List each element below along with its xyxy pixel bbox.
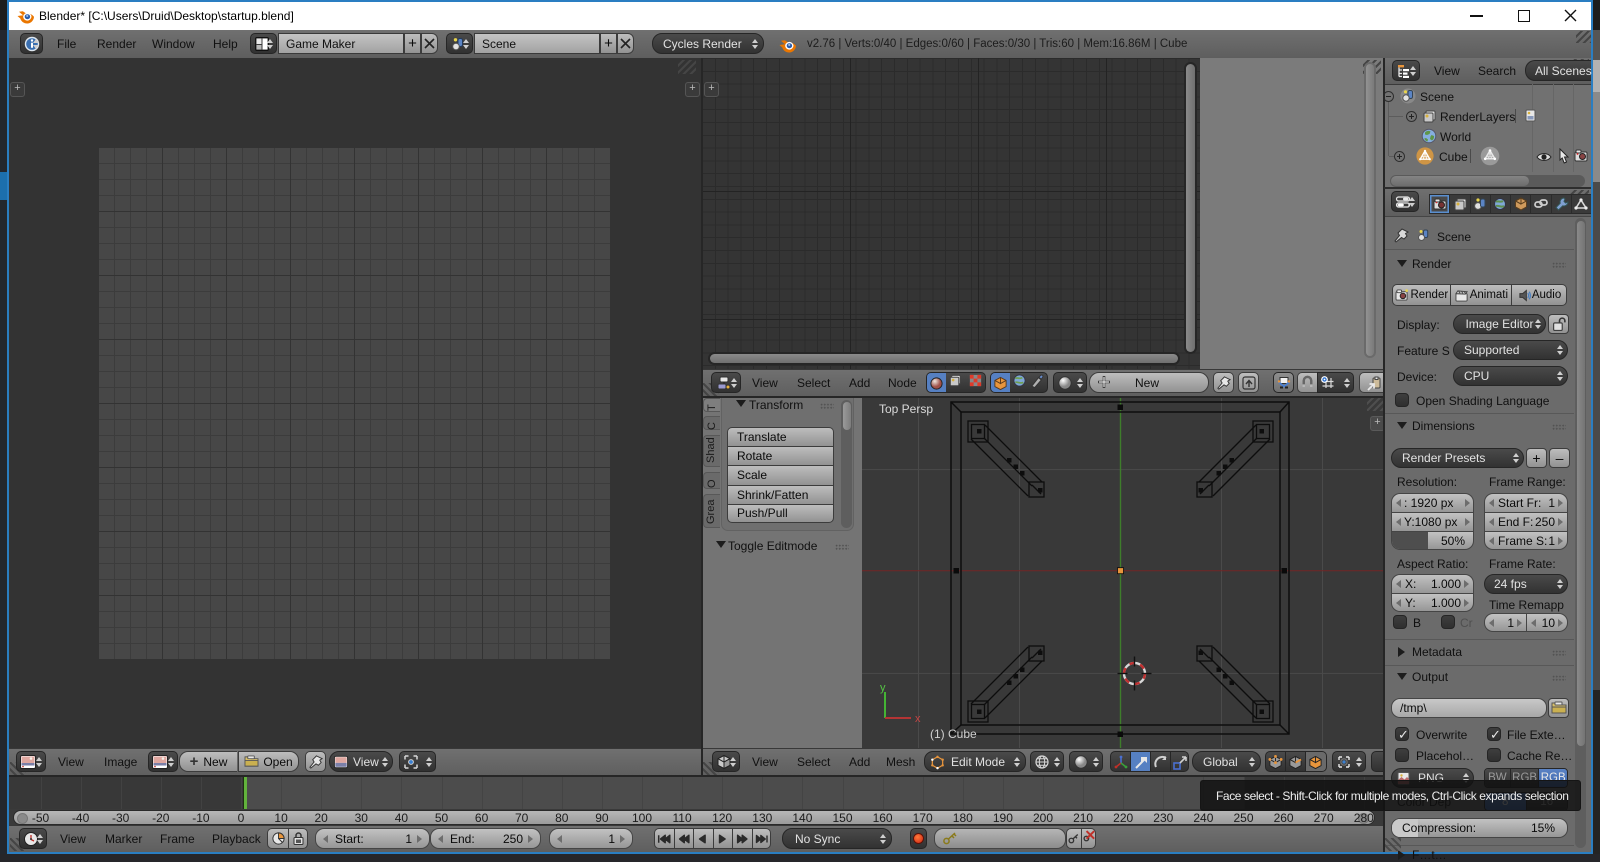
svg-text:(1) Cube: (1) Cube [930,727,977,741]
svg-text:x: x [915,713,921,725]
svg-text:Top Persp: Top Persp [879,402,933,416]
svg-text:y: y [880,682,886,694]
